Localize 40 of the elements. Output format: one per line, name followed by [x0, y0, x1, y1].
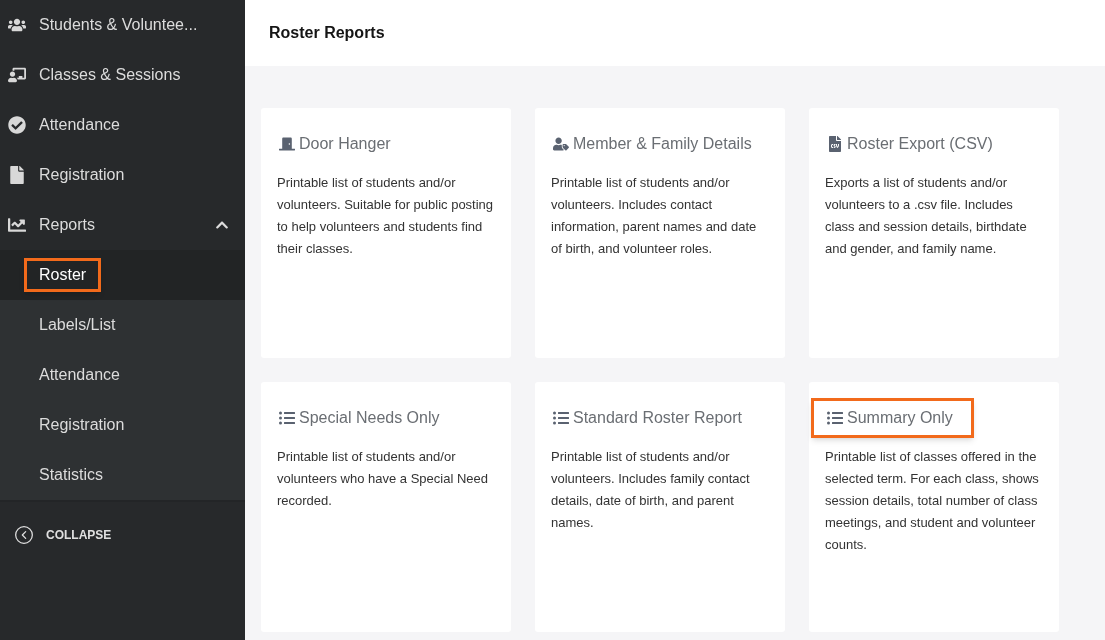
- list-icon: [553, 410, 569, 426]
- sidebar-subitem[interactable]: Roster: [24, 258, 102, 292]
- sidebar-subitem[interactable]: Statistics: [24, 458, 118, 492]
- line-chart-icon: [8, 216, 26, 234]
- list-icon: [279, 410, 295, 426]
- sidebar-subitem[interactable]: Registration: [24, 408, 140, 442]
- list-icon: [827, 410, 843, 426]
- door-icon: [279, 136, 295, 152]
- card-description: Printable list of students and/or volunteers. Includes contact information, parent names and date of birth, and volunteer roles.: [551, 174, 758, 258]
- report-card[interactable]: Member & Family Details Printable list of students and/or volunteers. Includes contact information, parent names and date of birth, and volunteer roles.: [535, 108, 785, 358]
- sidebar-item[interactable]: Attendance: [0, 100, 245, 150]
- sidebar-item[interactable]: Classes & Sessions: [0, 50, 245, 100]
- report-card[interactable]: Special Needs Only Printable list of students and/or volunteers who have a Special Need recorded.: [261, 382, 511, 632]
- card-title[interactable]: Roster Export (CSV): [847, 132, 993, 156]
- report-card[interactable]: Door Hanger Printable list of students and/or volunteers. Suitable for public posting to help volunteers and students find their classes.: [261, 108, 511, 358]
- sidebar-item[interactable]: Registration: [0, 150, 245, 200]
- collapse-button[interactable]: COLLAPSE: [0, 502, 245, 568]
- card-description: Printable list of classes offered in the selected term. For each class, shows session details, total number of class meetings, and student and volunteer counts.: [825, 448, 1040, 554]
- users-icon: [8, 16, 26, 34]
- sidebar-item[interactable]: Reports: [0, 200, 245, 250]
- card-title[interactable]: Member & Family Details: [573, 132, 752, 156]
- card-title[interactable]: Standard Roster Report: [573, 406, 742, 430]
- report-card[interactable]: Standard Roster Report Printable list of students and/or volunteers. Includes family contact details, date of birth, and parent names.: [535, 382, 785, 632]
- card-description: Printable list of students and/or volunteers who have a Special Need recorded.: [277, 448, 490, 510]
- card-description: Printable list of students and/or volunteers. Includes family contact details, date of birth, and parent names.: [551, 448, 751, 532]
- card-title[interactable]: Special Needs Only: [299, 406, 440, 430]
- user-tag-icon: [553, 136, 569, 152]
- chevron-left-circle-icon: [14, 525, 34, 545]
- csv-file-icon: [827, 136, 843, 152]
- card-description: Printable list of students and/or volunteers. Suitable for public posting to help volunteers and students find their classes.: [277, 174, 495, 258]
- report-card[interactable]: Roster Export (CSV) Exports a list of students and/or volunteers to a .csv file. Includes class and session details, birthdate and gender, and family name.: [809, 108, 1059, 358]
- page-title: Roster Reports: [269, 23, 385, 43]
- sidebar-item[interactable]: Students & Voluntee...: [0, 0, 245, 50]
- card-title[interactable]: Door Hanger: [299, 132, 391, 156]
- report-card[interactable]: Summary Only Printable list of classes offered in the selected term. For each class, shows session details, total number of class meetings, and student and volunteer counts.: [809, 382, 1059, 632]
- sidebar-subitem[interactable]: Labels/List: [24, 308, 131, 342]
- card-description: Exports a list of students and/or volunteers to a .csv file. Includes class and session details, birthdate and gender, and family name.: [825, 174, 1028, 258]
- sidebar-subitem[interactable]: Attendance: [24, 358, 135, 392]
- file-icon: [8, 166, 26, 184]
- chalkboard-icon: [8, 66, 26, 84]
